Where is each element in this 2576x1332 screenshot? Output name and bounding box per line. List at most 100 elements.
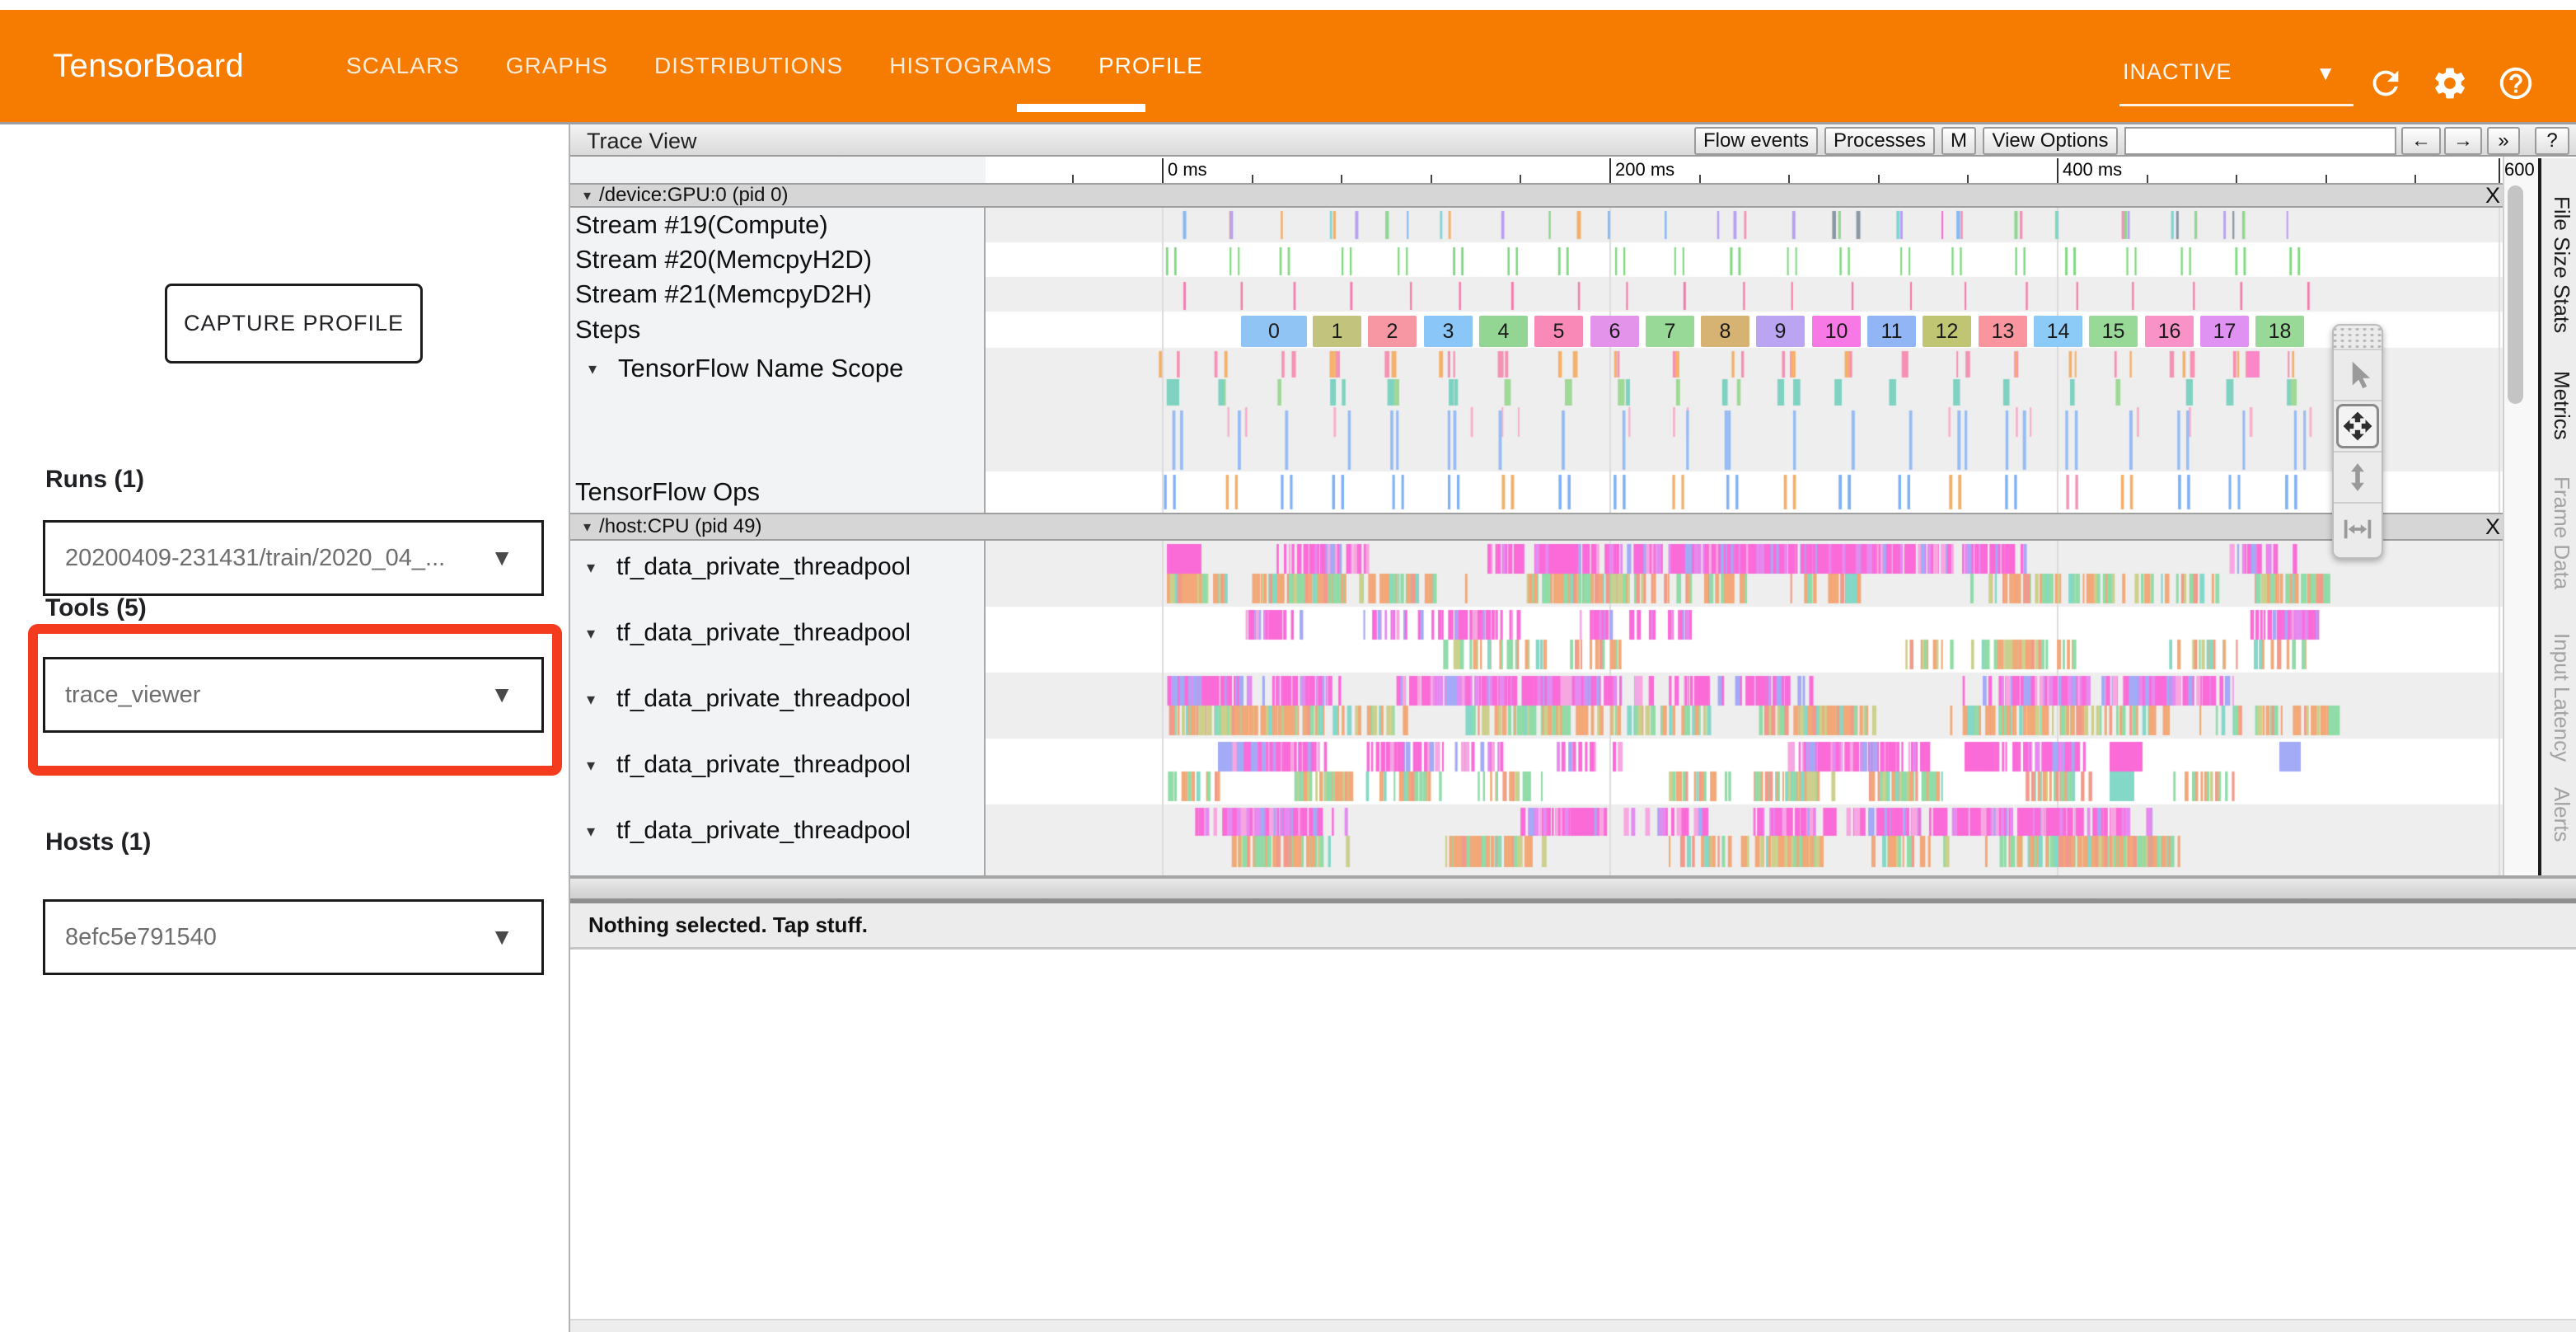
collapse-triangle-icon[interactable]: ▾	[587, 755, 595, 776]
side-tab-file-size-stats[interactable]: File Size Stats	[2545, 196, 2574, 333]
step-chip-11[interactable]: 11	[1867, 316, 1916, 347]
cpu-row-1: ▾ tf_data_private_threadpool	[587, 613, 911, 653]
ruler-major-label: 200 ms	[1615, 159, 1674, 181]
cpu-section-header[interactable]: ▾ /host:CPU (pid 49) X	[570, 513, 2503, 541]
refresh-icon[interactable]	[2367, 64, 2405, 102]
row-label-text: TensorFlow Ops	[575, 477, 760, 507]
gpu-section-header[interactable]: ▾ /device:GPU:0 (pid 0) X	[570, 183, 2503, 208]
chevron-down-icon: ▼	[490, 545, 513, 571]
cpu-row-2: ▾tf_data_private_threadpool	[587, 679, 911, 719]
tools-value: trace_viewer	[65, 682, 200, 709]
palette-drag-handle[interactable]	[2334, 326, 2382, 350]
vertical-scrollbar-thumb[interactable]	[2508, 185, 2523, 404]
ruler-major-tick	[1609, 158, 1611, 183]
selection-tool[interactable]	[2334, 350, 2382, 401]
step-chip-13[interactable]: 13	[1979, 316, 2027, 347]
step-chip-8[interactable]: 8	[1701, 316, 1749, 347]
step-chip-7[interactable]: 7	[1646, 316, 1694, 347]
status-dropdown[interactable]: INACTIVE ▼	[2119, 49, 2355, 107]
collapse-triangle-icon[interactable]: ▾	[583, 187, 591, 204]
tab-histograms[interactable]: HISTOGRAMS	[889, 53, 1052, 79]
tools-label: Tools (5)	[45, 594, 147, 622]
gpu-row-0: Stream #19(Compute)	[575, 208, 828, 242]
collapse-triangle-icon[interactable]: ▾	[587, 689, 595, 710]
app-toolbar: TensorBoard SCALARS GRAPHS DISTRIBUTIONS HI…	[0, 10, 2576, 122]
sidebar: CAPTURE PROFILE Runs (1) 20200409-231431…	[0, 124, 569, 1332]
side-tab-metrics[interactable]: Metrics	[2545, 371, 2574, 440]
step-chip-15[interactable]: 15	[2089, 316, 2138, 347]
gpu-row-4[interactable]: ▾TensorFlow Name Scope	[588, 349, 903, 387]
app-logo: TensorBoard	[53, 10, 244, 122]
runs-select[interactable]: 20200409-231431/train/2020_04_... ▼	[43, 520, 544, 596]
trace-timeline-canvas[interactable]	[986, 208, 2503, 875]
tab-profile[interactable]: PROFILE	[1098, 53, 1203, 79]
trace-btn-flow-events[interactable]: Flow events	[1694, 127, 1818, 155]
active-tab-underline	[1017, 104, 1145, 112]
collapse-triangle-icon[interactable]: ▾	[588, 359, 597, 379]
ruler-minor-tick	[2325, 175, 2327, 183]
row-label-text: tf_data_private_threadpool	[616, 751, 911, 779]
more-button[interactable]: »	[2487, 127, 2520, 155]
step-chip-2[interactable]: 2	[1368, 316, 1417, 347]
help-icon[interactable]	[2497, 64, 2535, 102]
tab-distributions[interactable]: DISTRIBUTIONS	[654, 53, 843, 79]
prev-button[interactable]: ←	[2401, 127, 2441, 155]
help-button[interactable]: ?	[2535, 127, 2569, 155]
tab-graphs[interactable]: GRAPHS	[506, 53, 608, 79]
collapse-triangle-icon[interactable]: ▾	[583, 518, 591, 536]
hosts-label: Hosts (1)	[45, 828, 151, 856]
gpu-row-5: TensorFlow Ops	[575, 471, 760, 513]
timing-tool[interactable]	[2334, 504, 2382, 555]
runs-value: 20200409-231431/train/2020_04_...	[65, 545, 445, 572]
collapse-triangle-icon[interactable]: ▾	[587, 623, 595, 644]
trace-btn-m[interactable]: M	[1941, 127, 1976, 155]
gpu-section-title: /device:GPU:0 (pid 0)	[599, 184, 788, 207]
step-chip-1[interactable]: 1	[1313, 316, 1361, 347]
step-chip-6[interactable]: 6	[1590, 316, 1639, 347]
runs-label: Runs (1)	[45, 466, 144, 494]
ruler-label-column	[570, 157, 986, 183]
close-icon[interactable]: X	[2485, 514, 2500, 540]
collapse-triangle-icon[interactable]: ▾	[587, 821, 595, 842]
step-chip-17[interactable]: 17	[2200, 316, 2249, 347]
tool-palette	[2332, 324, 2383, 559]
side-tab-input-latency[interactable]: Input Latency	[2545, 633, 2574, 762]
gpu-row-3: Steps	[575, 312, 640, 348]
tab-scalars[interactable]: SCALARS	[346, 53, 460, 79]
step-chip-4[interactable]: 4	[1479, 316, 1528, 347]
ruler-minor-tick	[1431, 175, 1432, 183]
next-button[interactable]: →	[2444, 127, 2482, 155]
step-chip-3[interactable]: 3	[1424, 316, 1473, 347]
ruler-minor-tick	[1252, 175, 1253, 183]
side-tab-frame-data[interactable]: Frame Data	[2545, 476, 2574, 589]
trace-btn-processes[interactable]: Processes	[1824, 127, 1935, 155]
status-underline	[2119, 104, 2354, 106]
trace-btn-view-options[interactable]: View Options	[1983, 127, 2118, 155]
ruler-minor-tick	[1699, 175, 1701, 183]
tools-select[interactable]: trace_viewer ▼	[43, 657, 544, 733]
horizontal-scrollbar[interactable]	[570, 879, 2576, 898]
cpu-row-0: ▾tf_data_private_threadpool	[587, 547, 911, 587]
step-chip-0[interactable]: 0	[1241, 316, 1307, 347]
pan-tool[interactable]	[2334, 401, 2382, 453]
gear-icon[interactable]	[2431, 64, 2469, 102]
ruler-minor-tick	[1967, 175, 1969, 183]
collapse-triangle-icon[interactable]: ▾	[587, 557, 595, 578]
close-icon[interactable]: X	[2485, 183, 2500, 209]
step-chip-12[interactable]: 12	[1923, 316, 1971, 347]
step-chip-14[interactable]: 14	[2034, 316, 2082, 347]
tensorboard-profile-page: TensorBoard SCALARS GRAPHS DISTRIBUTIONS HI…	[0, 0, 2576, 1332]
side-tab-alerts[interactable]: Alerts	[2545, 787, 2574, 842]
capture-profile-button[interactable]: CAPTURE PROFILE	[165, 284, 423, 363]
step-chip-9[interactable]: 9	[1756, 316, 1805, 347]
trace-view-title: Trace View	[587, 129, 697, 154]
step-chip-5[interactable]: 5	[1534, 316, 1583, 347]
step-chip-18[interactable]: 18	[2255, 316, 2304, 347]
step-chip-10[interactable]: 10	[1812, 316, 1861, 347]
hosts-select[interactable]: 8efc5e791540 ▼	[43, 899, 544, 975]
trace-search-input[interactable]	[2124, 127, 2396, 155]
zoom-tool[interactable]	[2334, 453, 2382, 504]
row-label-text: tf_data_private_threadpool	[616, 619, 911, 647]
step-chip-16[interactable]: 16	[2145, 316, 2194, 347]
ruler-major-label: 600	[2504, 159, 2535, 181]
